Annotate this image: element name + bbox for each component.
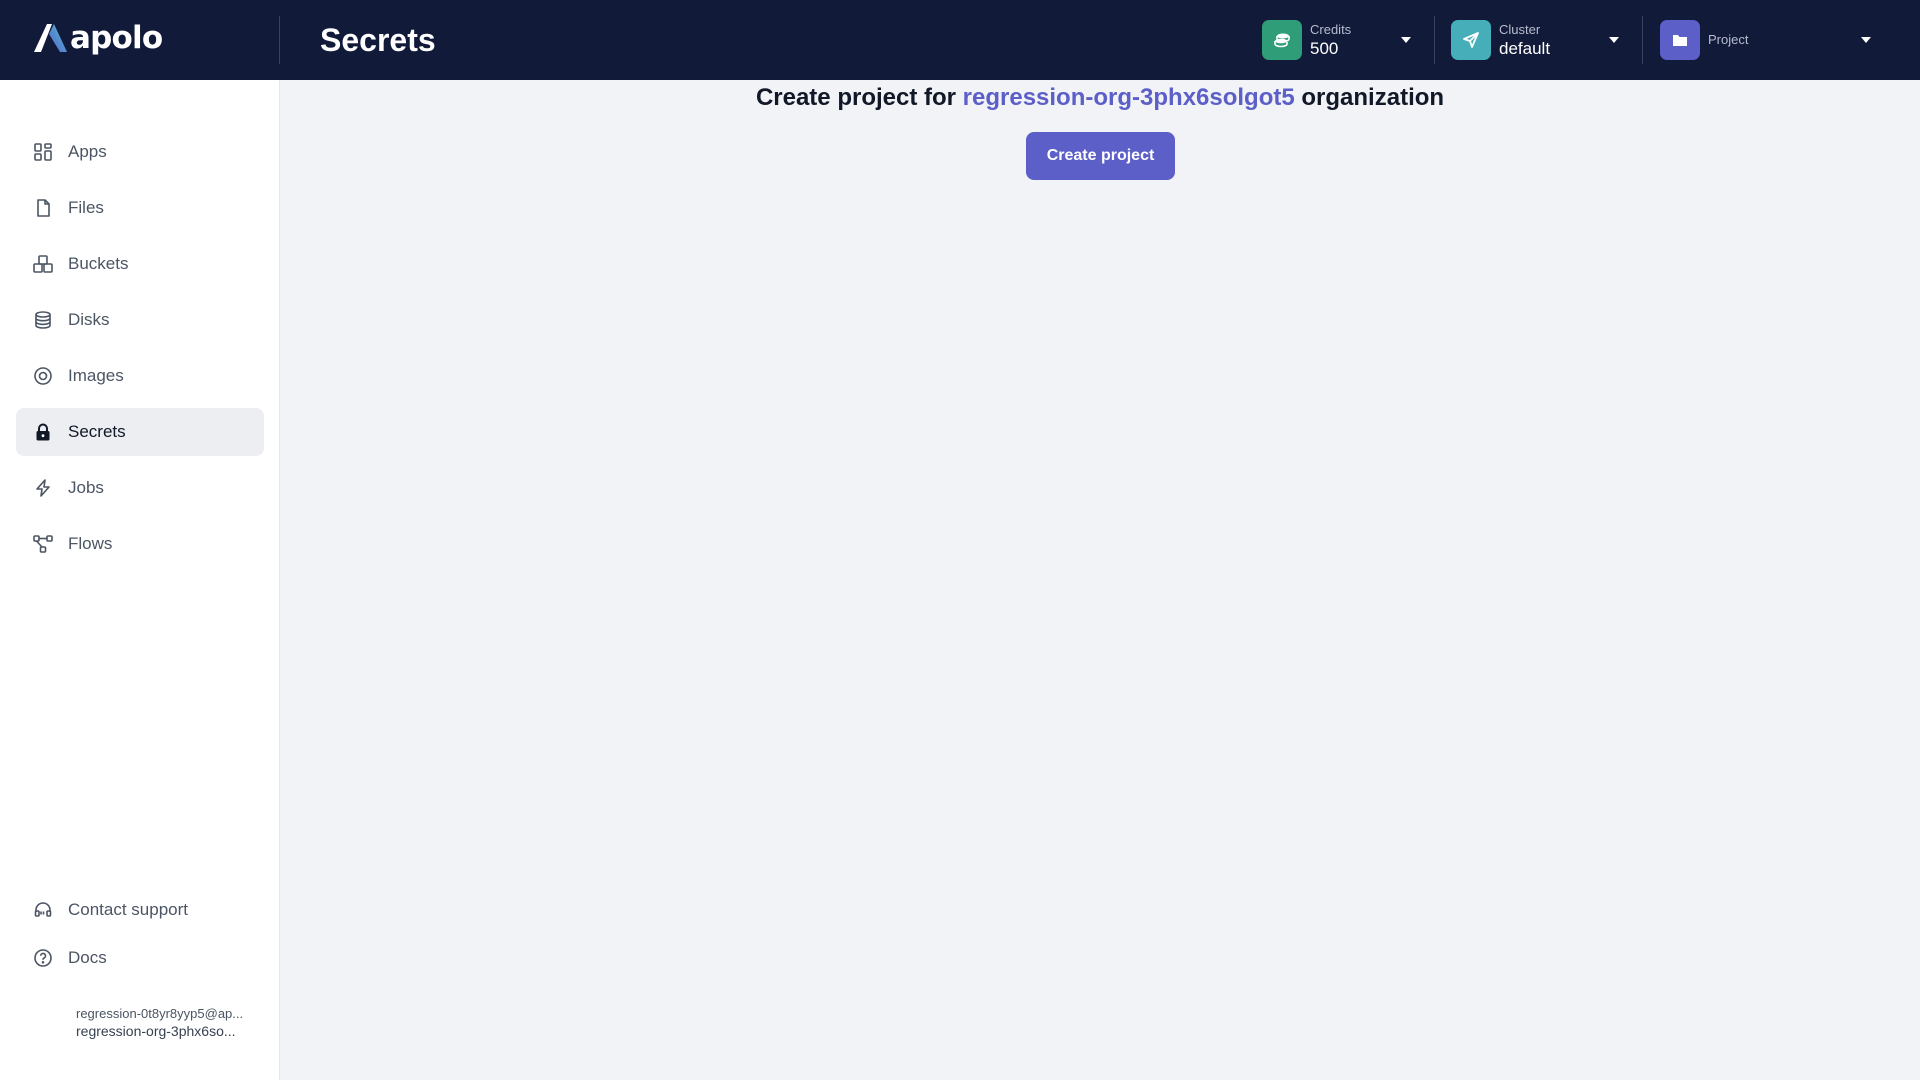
coins-icon [1274,33,1290,48]
sidebar-item-buckets[interactable]: Buckets [16,240,264,288]
send-icon [1463,32,1479,48]
docs-link[interactable]: Docs [16,934,264,982]
sidebar-item-apps[interactable]: Apps [16,128,264,176]
cluster-selector[interactable]: Cluster default [1451,20,1621,60]
sidebar-item-secrets[interactable]: Secrets [16,408,264,456]
credits-badge [1262,20,1302,60]
sidebar-item-label: Files [68,198,104,217]
user-account[interactable]: regression-0t8yr8yyp5@ap... regression-o… [76,1005,266,1040]
apps-icon [32,141,54,163]
database-icon [32,309,54,331]
headline-prefix: Create project for [755,84,963,111]
sidebar-item-flows[interactable]: Flows [16,520,264,568]
header-separator [1434,16,1435,64]
user-org: regression-org-3phx6so... [76,1023,236,1039]
sidebar-item-images[interactable]: Images [16,352,264,400]
create-project-button[interactable]: Create project [1026,132,1175,180]
apolo-logo-icon [34,24,67,52]
sidebar-item-files[interactable]: Files [16,184,264,232]
credits-label: Credits [1310,21,1352,37]
sidebar-item-label: Images [68,366,124,385]
chevron-down-icon [1401,37,1411,43]
sidebar-item-label: Flows [68,534,113,553]
contact-support-link[interactable]: Contact support [16,886,264,934]
docs-label: Docs [68,948,107,967]
sidebar: Apps Files Buckets Disks Images Secrets … [0,80,280,1080]
chevron-down-icon [1861,37,1871,43]
lightning-icon [32,477,54,499]
sidebar-item-disks[interactable]: Disks [16,296,264,344]
header-divider [279,16,280,64]
top-bar: apolo Secrets Credits 500 Cluster defaul… [0,0,1920,80]
cluster-badge [1451,20,1491,60]
image-icon [32,365,54,387]
buckets-icon [32,253,54,275]
flows-icon [32,533,54,555]
lock-icon [32,421,54,443]
page-title: Secrets [320,22,436,58]
credits-selector[interactable]: Credits 500 [1262,20,1414,60]
credits-value: 500 [1310,38,1339,58]
apolo-logo[interactable]: apolo [32,20,163,56]
project-selector[interactable]: Project [1660,20,1871,60]
project-badge [1660,20,1700,60]
project-label: Project [1708,32,1749,47]
sidebar-item-label: Jobs [68,478,104,497]
header-separator [1642,16,1643,64]
question-circle-icon [32,947,54,969]
sidebar-item-label: Apps [68,142,107,161]
folder-icon [1673,35,1687,46]
user-email: regression-0t8yr8yyp5@ap... [76,1006,244,1021]
logo-text: apolo [70,20,163,56]
sidebar-item-label: Buckets [68,254,129,273]
create-project-headline: Create project for regression-org-3phx6s… [280,82,1920,114]
headline-suffix: organization [1294,84,1445,111]
contact-support-label: Contact support [68,900,189,919]
chevron-down-icon [1609,37,1619,43]
sidebar-item-label: Disks [68,310,110,329]
file-icon [32,197,54,219]
organization-name: regression-org-3phx6solgot5 [962,84,1295,111]
cluster-label: Cluster [1499,21,1541,37]
headset-icon [32,899,54,921]
sidebar-item-label: Secrets [68,422,126,441]
cluster-value: default [1499,38,1551,58]
sidebar-item-jobs[interactable]: Jobs [16,464,264,512]
